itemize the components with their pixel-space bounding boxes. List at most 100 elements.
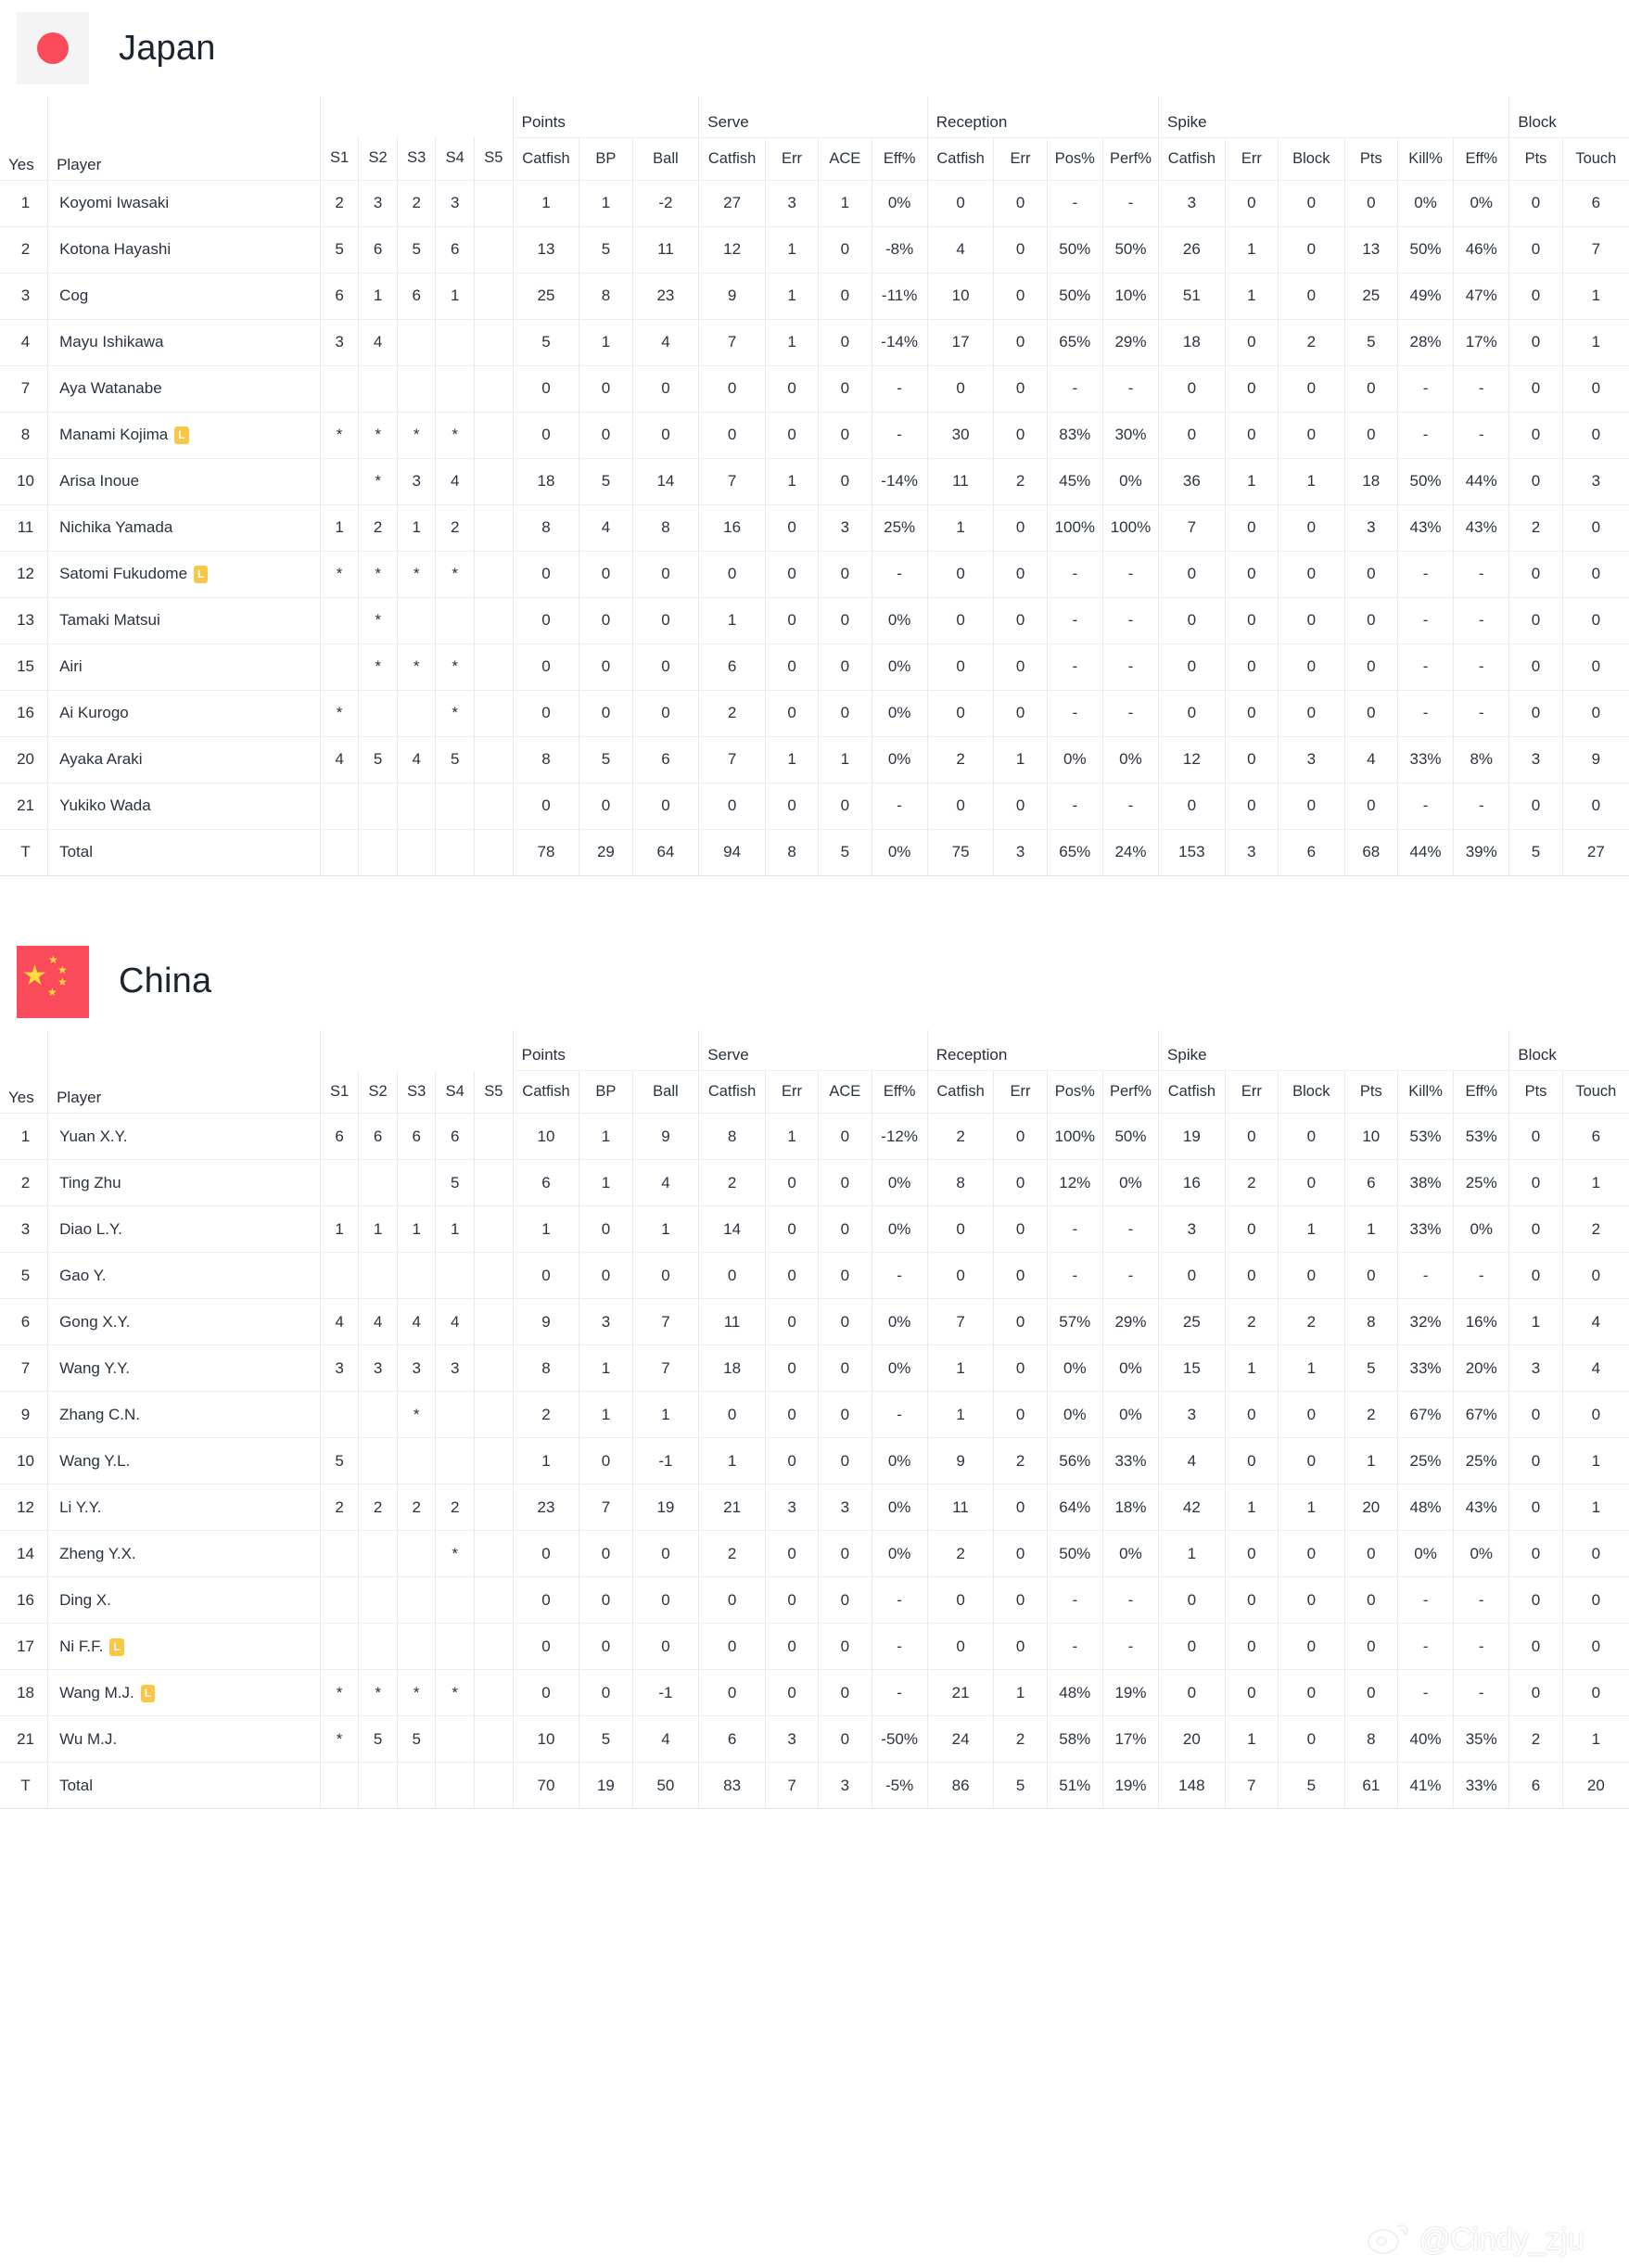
cell-stat: 0 — [818, 1715, 872, 1763]
table-row[interactable]: 1 Yuan X.Y. 6 6 6 6 10 1 9 8 1 0 -12% 2 0 100% 50% 19 0 0 10… — [0, 1113, 1629, 1160]
cell-stat: 0 — [993, 319, 1048, 366]
cell-stat: 1 — [1225, 1715, 1279, 1763]
table-row[interactable]: T Total 78 29 64 94 8 5 0% 75 3 65% 24% 153 3 6 68 44% 39%… — [0, 829, 1629, 876]
cell-stat: 9 — [698, 273, 766, 320]
cell-stat: 1 — [765, 319, 820, 366]
column-header-block-touch: Touch — [1562, 137, 1629, 181]
cell-stat: - — [872, 1576, 928, 1624]
cell-stat: 20 — [1344, 1484, 1398, 1531]
cell-stat: - — [1102, 783, 1160, 830]
cell-set-s1 — [320, 1762, 360, 1809]
table-row[interactable]: 2 Ting Zhu 5 6 1 4 2 0 0 0% 8 0 12% 0% 16 2 0 6 38% 25% 0 1 — [0, 1159, 1629, 1206]
table-row[interactable]: 3 Diao L.Y. 1 1 1 1 1 0 1 14 0 0 0% 0 0- -3 0 1 1 33% 0% 0 2 — [0, 1205, 1629, 1253]
table-row[interactable]: 10 Wang Y.L. 5 1 0 -1 1 0 0 0% 9 2 56% 33% 4 0 0 1 25% 25% 0… — [0, 1437, 1629, 1484]
table-row[interactable]: 7 Aya Watanabe 0 0 0 0 0 0-0 0- -0 0 0 0- -0 0 — [0, 365, 1629, 413]
cell-set-s2 — [358, 829, 398, 876]
table-row[interactable]: 13 Tamaki Matsui * 0 0 0 1 0 0 0% 0 0- -0 0 0 0- -0 0 — [0, 597, 1629, 644]
table-row[interactable]: 7 Wang Y.Y. 3 3 3 3 8 1 7 18 0 0 0% 1 0 0% 0% 15 1 1 5 33% 20%… — [0, 1344, 1629, 1392]
cell-stat: 0 — [698, 551, 766, 598]
cell-set-s4: 2 — [435, 504, 475, 552]
cell-set-s4 — [435, 1623, 475, 1670]
table-row[interactable]: 8 Manami Kojima L * * * * 0 0 0 0 0 0-30 0 83% 30% 0 0 0 0-… — [0, 412, 1629, 459]
cell-stat: 0 — [765, 1437, 820, 1484]
table-row[interactable]: 1 Koyomi Iwasaki 2 3 2 3 1 1 -2 27 3 1 0% 0 0- -3 0 0 0 0% 0… — [0, 180, 1629, 227]
table-row[interactable]: 12 Li Y.Y. 2 2 2 2 23 7 19 21 3 3 0% 11 0 64% 18% 42 1 1 20 4… — [0, 1484, 1629, 1531]
cell-stat: 44% — [1397, 829, 1455, 876]
cell-player-name: Manami Kojima L — [47, 412, 321, 459]
table-row[interactable]: T Total 70 19 50 83 7 3 -5% 86 5 51% 19% 148 7 5 61 41% 33… — [0, 1762, 1629, 1809]
cell-stat: 0 — [993, 1484, 1048, 1531]
cell-stat: 0 — [993, 226, 1048, 274]
table-row[interactable]: 20 Ayaka Araki 4 5 4 5 8 5 6 7 1 1 0% 2 1 0% 0% 12 0 3 4 33% 8… — [0, 736, 1629, 784]
column-header-reception-perfpct: Perf% — [1102, 1070, 1160, 1114]
cell-stat: 0 — [1508, 273, 1563, 320]
cell-stat: 78 — [512, 829, 580, 876]
table-row[interactable]: 10 Arisa Inoue * 3 4 18 5 14 7 1 0 -14% 11 2 45% 0% 36 1 1… — [0, 458, 1629, 505]
cell-stat: 0 — [993, 1391, 1048, 1438]
cell-set-s1: 3 — [320, 319, 360, 366]
table-row[interactable]: 16 Ding X. 0 0 0 0 0 0-0 0- -0 0 0 0- -0 0 — [0, 1576, 1629, 1624]
table-row[interactable]: 12 Satomi Fukudome L * * * * 0 0 0 0 0 0-0 0- -0 0 0 0- -0… — [0, 551, 1629, 598]
cell-stat: 17% — [1102, 1715, 1160, 1763]
cell-stat: 1 — [765, 1113, 820, 1160]
cell-stat: 12% — [1047, 1159, 1103, 1206]
cell-stat: 2 — [1344, 1391, 1398, 1438]
cell-stat: 0 — [818, 783, 872, 830]
cell-stat: 0 — [1344, 783, 1398, 830]
cell-stat: 53% — [1453, 1113, 1510, 1160]
cell-stat: 0 — [818, 226, 872, 274]
column-group-block: Block — [1508, 1029, 1629, 1071]
cell-jersey-number: 21 — [0, 1715, 49, 1763]
cell-set-s2 — [358, 1762, 398, 1809]
cell-stat: 0 — [926, 1623, 995, 1670]
cell-stat: 16 — [1158, 1159, 1226, 1206]
cell-stat: 20 — [1158, 1715, 1226, 1763]
cell-set-s2 — [358, 1530, 398, 1577]
cell-stat: - — [1397, 643, 1455, 691]
cell-stat: 28% — [1397, 319, 1455, 366]
cell-stat: 0 — [926, 365, 995, 413]
table-row[interactable]: 2 Kotona Hayashi 5 6 5 6 13 5 11 12 1 0 -8% 4 0 50% 50% 2… — [0, 226, 1629, 274]
cell-stat: 0 — [1158, 1623, 1226, 1670]
column-header-serve-catfish: Catfish — [698, 137, 766, 181]
table-row[interactable]: 21 Yukiko Wada 0 0 0 0 0 0-0 0- -0 0 0 0- -0 0 — [0, 783, 1629, 830]
cell-set-s5 — [474, 1530, 514, 1577]
cell-stat: 3 — [818, 504, 872, 552]
cell-stat: 0 — [1508, 458, 1563, 505]
table-row[interactable]: 21 Wu M.J. * 5 5 10 5 4 6 3 0 -50% 24 2 58% 17% 20 1 0 8 40%… — [0, 1715, 1629, 1763]
cell-stat: 1 — [765, 273, 820, 320]
cell-set-s2 — [358, 1252, 398, 1299]
cell-stat: 29% — [1102, 319, 1160, 366]
table-row[interactable]: 9 Zhang C.N. * 2 1 1 0 0 0-1 0 0% 0% 3 0 0 2 67% 67% 0 0 — [0, 1391, 1629, 1438]
table-row[interactable]: 6 Gong X.Y. 4 4 4 4 9 3 7 11 0 0 0% 7 0 57% 29% 25 2 2 8 32% 1… — [0, 1298, 1629, 1345]
table-row[interactable]: 14 Zheng Y.X. * 0 0 0 2 0 0 0% 2 0 50% 0% 1 0 0 0 0% 0% 0 0 — [0, 1530, 1629, 1577]
cell-stat: 5 — [1344, 1344, 1398, 1392]
cell-stat: 0 — [1508, 412, 1563, 459]
table-row[interactable]: 16 Ai Kurogo * * 0 0 0 2 0 0 0% 0 0- -0 0 0 0- -0 0 — [0, 690, 1629, 737]
table-row[interactable]: 18 Wang M.J. L * * * * 0 0 -1 0 0 0-21 1 48% 19% 0 0 0 0- -0… — [0, 1669, 1629, 1716]
cell-stat: 1 — [1344, 1437, 1398, 1484]
cell-stat: 0 — [579, 597, 633, 644]
cell-set-s2 — [358, 1576, 398, 1624]
cell-stat: 0 — [765, 365, 820, 413]
table-row[interactable]: 11 Nichika Yamada 1 2 1 2 8 4 8 16 0 3 25% 1 0 100% 100%… — [0, 504, 1629, 552]
cell-stat: 0 — [1344, 180, 1398, 227]
cell-set-s2: 3 — [358, 180, 398, 227]
table-row[interactable]: 17 Ni F.F. L 0 0 0 0 0 0-0 0- -0 0 0 0- -0 0 — [0, 1623, 1629, 1670]
table-row[interactable]: 5 Gao Y. 0 0 0 0 0 0-0 0- -0 0 0 0- -0 0 — [0, 1252, 1629, 1299]
cell-stat: 0% — [1397, 180, 1455, 227]
cell-stat: 1 — [765, 226, 820, 274]
cell-stat: 0% — [872, 597, 928, 644]
cell-stat: 4 — [1562, 1298, 1629, 1345]
table-row[interactable]: 15 Airi * * * 0 0 0 6 0 0 0% 0 0- -0 0 0 0- -0 0 — [0, 643, 1629, 691]
column-header-s2: S2 — [358, 137, 398, 181]
cell-stat: 0 — [993, 597, 1048, 644]
table-row[interactable]: 3 Cog 6 1 6 1 25 8 23 9 1 0 -11% 10 0 50% 10% 51 1 0 25 49% 47… — [0, 273, 1629, 320]
cell-set-s3: 6 — [397, 1113, 437, 1160]
cell-stat: 3 — [1344, 504, 1398, 552]
cell-stat: 0 — [1344, 1252, 1398, 1299]
table-row[interactable]: 4 Mayu Ishikawa 3 4 5 1 4 7 1 0 -14% 17 0 65% 29% 18 0 2 5… — [0, 319, 1629, 366]
cell-stat: 0 — [632, 551, 700, 598]
cell-stat: 25% — [1453, 1437, 1510, 1484]
cell-set-s1 — [320, 643, 360, 691]
